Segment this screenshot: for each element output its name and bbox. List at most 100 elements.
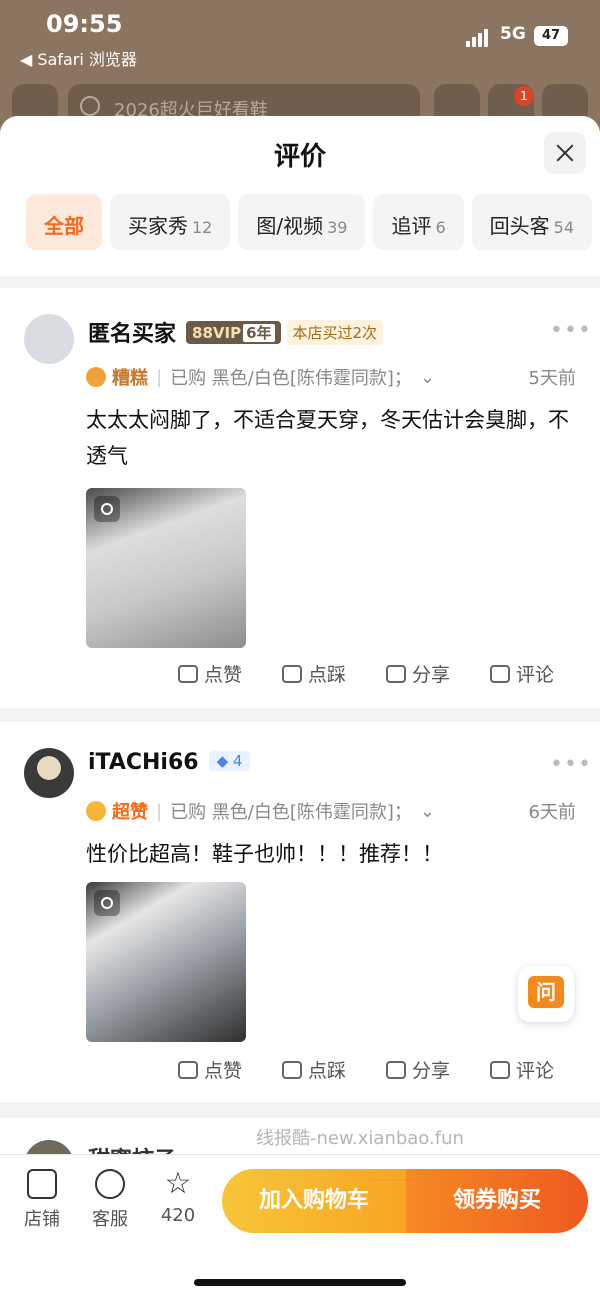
add-to-cart-button[interactable]: 加入购物车 — [222, 1169, 406, 1233]
comment-button[interactable]: 评论 — [490, 1056, 554, 1083]
watermark-text: 线报酷-new.xianbao.fun — [256, 1128, 464, 1149]
rating-mood: 糟糕 — [112, 368, 148, 389]
filter-tab-buyer-show[interactable]: 买家秀 12 — [110, 194, 231, 250]
review-meta: 超赞 | 已购 黑色/白色[陈伟霆同款]； ⌄ 6天前 — [86, 798, 576, 824]
dislike-button[interactable]: 点踩 — [282, 660, 346, 687]
share-icon — [386, 1061, 407, 1079]
filter-label: 全部 — [44, 214, 84, 238]
review-card: 匿名买家 88VIP 6年 本店买过2次 ••• 糟糕 | 已购 黑色/白色[陈伟霆同… — [0, 288, 600, 708]
sheet-title: 评价 — [273, 142, 326, 172]
filter-tab-photo-video[interactable]: 图/视频 39 — [238, 194, 366, 250]
signal-icon — [466, 28, 490, 47]
filter-tab-repeat-buyer[interactable]: 回头客 54 — [471, 194, 593, 250]
repeat-buyer-tag: 本店买过2次 — [286, 320, 384, 345]
review-text: 性价比超高！鞋子也帅！！！推荐！！ — [86, 842, 443, 866]
home-indicator — [194, 1279, 406, 1286]
share-review-button[interactable]: 分享 — [386, 1056, 450, 1083]
divider: | — [156, 366, 163, 388]
store-label: 店铺 — [24, 1209, 60, 1230]
vip-badge: 88VIP 6年 — [186, 321, 281, 344]
avatar[interactable] — [24, 748, 74, 798]
live-photo-icon — [94, 890, 120, 916]
product-nav-bar: 2026超火巨好看鞋 1 — [0, 80, 600, 130]
filter-tab-all[interactable]: 全部 — [26, 194, 102, 250]
member-level: 4 — [232, 752, 243, 770]
filter-label: 回头客 — [489, 214, 550, 238]
status-bar: 09:55 ◀ Safari 浏览器 5G 47 — [0, 0, 600, 80]
review-photo[interactable] — [86, 488, 246, 648]
cart-badge: 1 — [514, 86, 534, 106]
live-photo-icon — [94, 496, 120, 522]
share-label: 分享 — [412, 664, 451, 686]
filter-label: 图/视频 — [256, 214, 324, 238]
review-actions: 点赞 点踩 分享 评论 — [178, 660, 554, 687]
comment-button[interactable]: 评论 — [490, 660, 554, 687]
service-label: 客服 — [92, 1209, 128, 1230]
store-button[interactable]: 店铺 — [12, 1169, 72, 1231]
review-card: iTACHi66 ◆ 4 ••• 超赞 | 已购 黑色/白色[陈伟霆同款]； ⌄ … — [0, 722, 600, 1102]
comment-label: 评论 — [516, 1060, 555, 1082]
vip-years: 6年 — [243, 324, 275, 342]
reviewer-name-text: iTACHi66 — [88, 750, 199, 775]
chevron-down-icon[interactable]: ⌄ — [420, 367, 435, 388]
buy-with-coupon-button[interactable]: 领券购买 — [406, 1169, 588, 1233]
filter-label: 买家秀 — [128, 214, 188, 238]
search-icon — [80, 96, 100, 116]
dislike-button[interactable]: 点踩 — [282, 1056, 346, 1083]
battery-icon: 47 — [534, 26, 568, 46]
filter-tab-follow-up[interactable]: 追评 6 — [373, 194, 464, 250]
divider: | — [156, 800, 163, 822]
like-button[interactable]: 点赞 — [178, 1056, 242, 1083]
thumbs-down-icon — [282, 1061, 303, 1079]
avatar[interactable] — [24, 314, 74, 364]
more-options-icon[interactable]: ••• — [550, 318, 592, 343]
share-label: 分享 — [412, 1060, 451, 1082]
filter-count: 39 — [327, 218, 348, 237]
filter-count: 12 — [192, 218, 213, 237]
review-time: 6天前 — [528, 802, 576, 823]
filter-tabs: 全部 买家秀 12 图/视频 39 追评 6 回头客 54 — [26, 194, 593, 250]
more-options-icon[interactable]: ••• — [550, 752, 592, 777]
favorite-button[interactable]: ☆ 420 — [148, 1169, 208, 1227]
filter-label: 追评 — [391, 214, 432, 238]
chevron-down-icon[interactable]: ⌄ — [420, 801, 435, 822]
happy-face-icon — [86, 801, 106, 821]
purchase-variant[interactable]: 已购 黑色/白色[陈伟霆同款]； — [170, 798, 412, 824]
back-to-app-link[interactable]: ◀ Safari 浏览器 — [20, 46, 137, 70]
dislike-label: 点踩 — [308, 664, 347, 686]
review-photo[interactable] — [86, 882, 246, 1042]
like-label: 点赞 — [204, 1060, 243, 1082]
bad-face-icon — [86, 367, 106, 387]
review-meta: 糟糕 | 已购 黑色/白色[陈伟霆同款]； ⌄ 5天前 — [86, 364, 576, 390]
vip-label: 88VIP — [192, 324, 242, 342]
thumbs-up-icon — [178, 1061, 198, 1079]
network-label: 5G — [500, 24, 526, 44]
filter-count: 54 — [553, 218, 575, 237]
review-text: 太太太闷脚了，不适合夏天穿，冬天估计会臭脚，不透气 — [86, 408, 569, 468]
like-button[interactable]: 点赞 — [178, 660, 242, 687]
thumbs-up-icon — [178, 665, 198, 683]
comment-icon — [490, 665, 511, 683]
review-time: 5天前 — [528, 368, 576, 389]
ask-icon: 问 — [528, 976, 564, 1008]
ask-question-button[interactable]: 问 — [518, 966, 574, 1022]
comment-label: 评论 — [516, 664, 555, 686]
reviewer-name[interactable]: 匿名买家 88VIP 6年 本店买过2次 — [88, 316, 384, 348]
purchase-variant[interactable]: 已购 黑色/白色[陈伟霆同款]； — [170, 364, 412, 390]
favorite-count: 420 — [160, 1205, 196, 1226]
rating-mood: 超赞 — [112, 802, 148, 823]
share-review-button[interactable]: 分享 — [386, 660, 450, 687]
reviewer-name-text: 匿名买家 — [88, 322, 177, 347]
review-actions: 点赞 点踩 分享 评论 — [178, 1056, 554, 1083]
status-time: 09:55 — [46, 10, 123, 38]
bottom-action-bar: 店铺 客服 ☆ 420 加入购物车 领券购买 — [0, 1154, 600, 1298]
store-icon — [27, 1169, 57, 1199]
sheet-header: 评价 全部 买家秀 12 图/视频 39 追评 6 回头客 54 — [0, 116, 600, 276]
filter-count: 6 — [435, 218, 446, 237]
like-label: 点赞 — [204, 664, 243, 686]
customer-service-button[interactable]: 客服 — [80, 1169, 140, 1231]
dislike-label: 点踩 — [308, 1060, 347, 1082]
reviewer-name[interactable]: iTACHi66 ◆ 4 — [88, 750, 251, 775]
share-icon — [386, 665, 407, 683]
close-button[interactable] — [544, 132, 586, 174]
